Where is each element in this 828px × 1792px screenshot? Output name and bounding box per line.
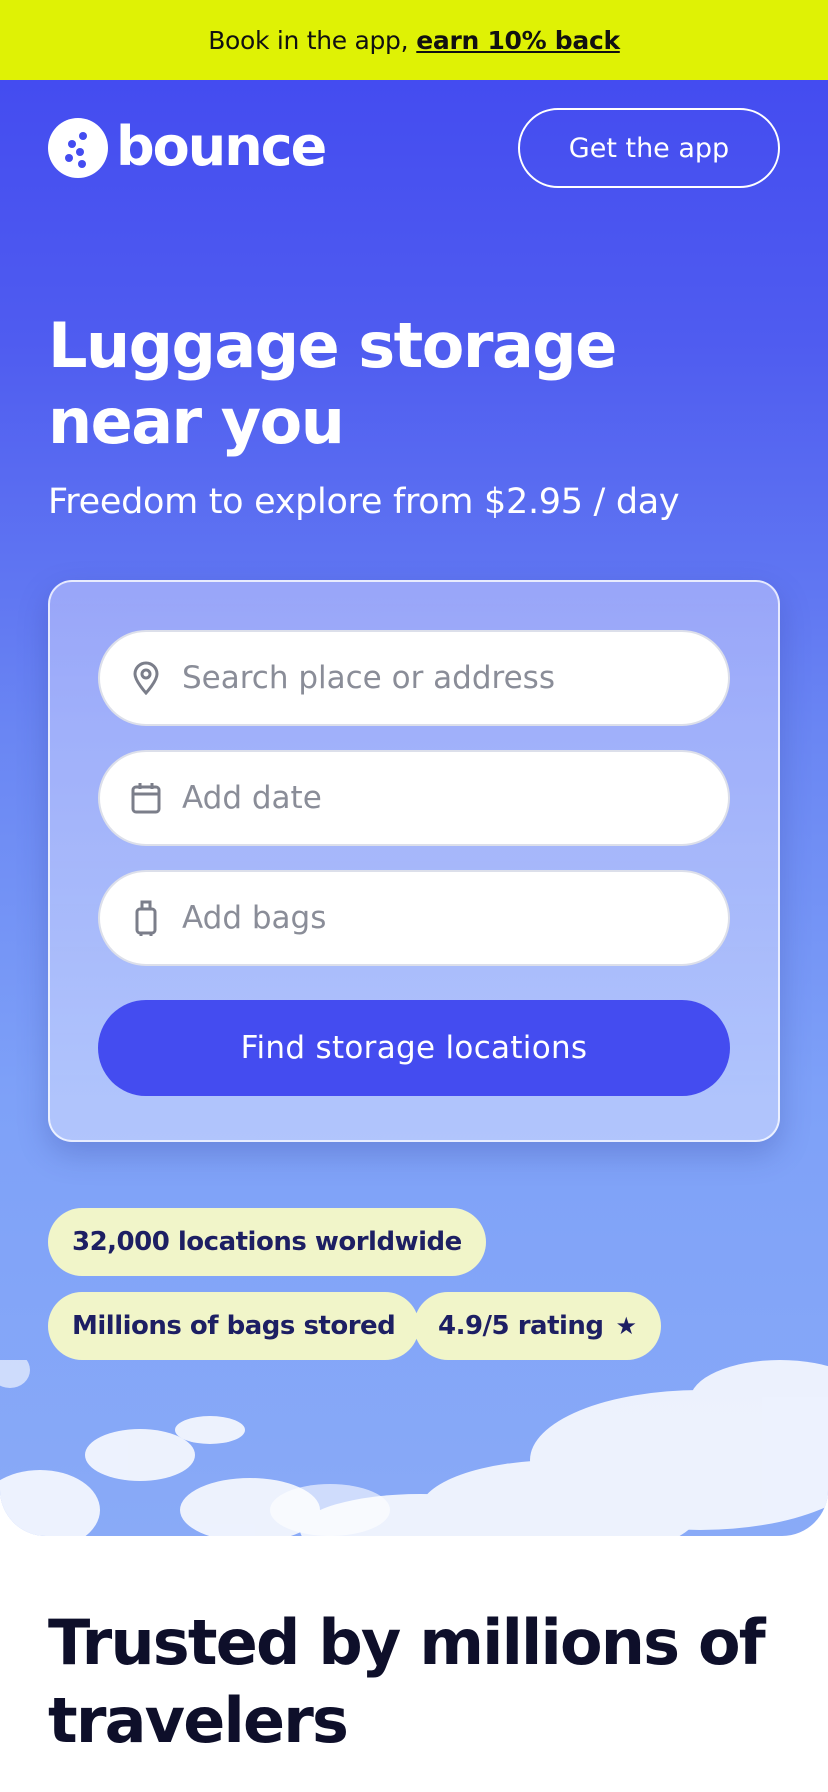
promo-text: Book in the app, xyxy=(208,25,409,55)
hero-subtitle: Freedom to explore from $2.95 / day xyxy=(48,482,680,522)
cloud-decoration xyxy=(0,1360,828,1536)
rating-badge: 4.9/5 rating ★ xyxy=(414,1292,661,1360)
bags-field[interactable]: Add bags xyxy=(98,870,730,966)
luggage-icon xyxy=(126,898,166,938)
bags-badge: Millions of bags stored xyxy=(48,1292,420,1360)
calendar-icon xyxy=(126,778,166,818)
promo-banner: Book in the app, earn 10% back xyxy=(0,0,828,80)
search-card: Search place or address Add date Add bag… xyxy=(48,580,780,1142)
date-field[interactable]: Add date xyxy=(98,750,730,846)
locations-badge-label: 32,000 locations worldwide xyxy=(72,1227,462,1257)
bags-badge-label: Millions of bags stored xyxy=(72,1311,396,1341)
logo-text: bounce xyxy=(116,114,327,178)
rating-badge-label: 4.9/5 rating xyxy=(438,1311,604,1341)
date-placeholder: Add date xyxy=(182,780,322,816)
search-location-field[interactable]: Search place or address xyxy=(98,630,730,726)
locations-badge: 32,000 locations worldwide xyxy=(48,1208,486,1276)
bags-placeholder: Add bags xyxy=(182,900,327,936)
location-pin-icon xyxy=(126,658,166,698)
trusted-section-title: Trusted by millions of travelers xyxy=(48,1606,766,1757)
promo-link[interactable]: earn 10% back xyxy=(416,26,620,55)
hero-section: bounce Get the app Luggage storage near … xyxy=(0,80,828,1536)
search-location-placeholder: Search place or address xyxy=(182,660,555,696)
star-icon: ★ xyxy=(615,1312,638,1340)
bounce-logo[interactable]: bounce xyxy=(48,114,327,178)
bounce-logo-icon xyxy=(48,118,108,178)
find-storage-button[interactable]: Find storage locations xyxy=(98,1000,730,1096)
get-the-app-button[interactable]: Get the app xyxy=(518,108,780,188)
hero-title: Luggage storage near you xyxy=(48,309,617,458)
